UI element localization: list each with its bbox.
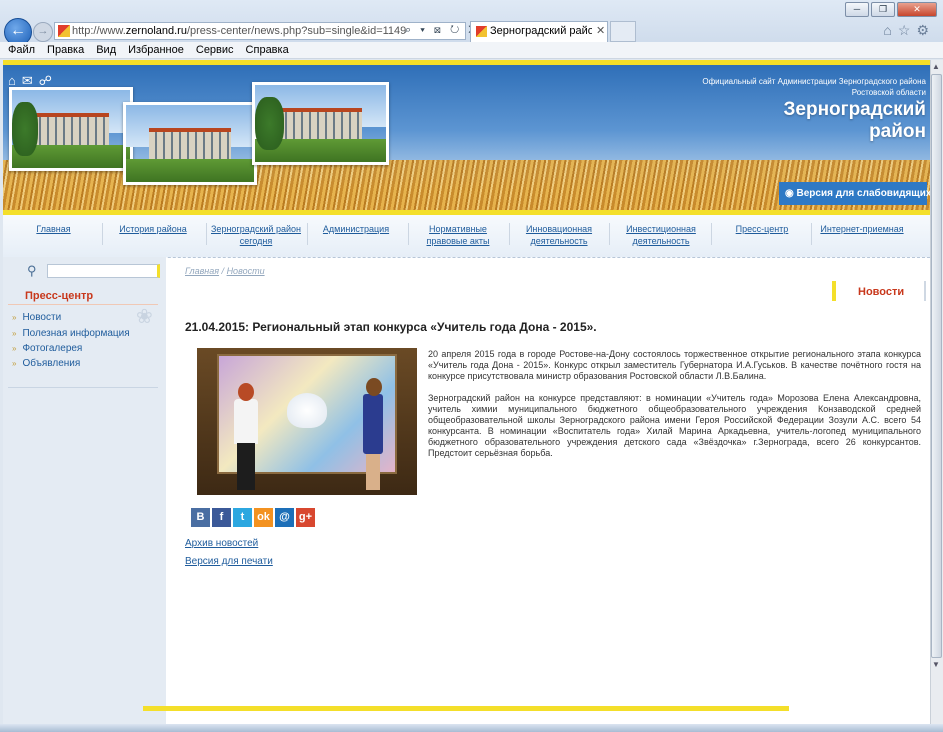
menu-edit[interactable]: Правка <box>47 42 84 58</box>
scroll-up-icon[interactable]: ▲ <box>932 62 940 71</box>
search-icon[interactable]: ⚲ <box>27 263 37 279</box>
article-paragraph: 20 апреля 2015 года в городе Ростове-на-… <box>428 349 921 381</box>
article-paragraph: Зерноградский район на конкурсе представ… <box>428 393 921 458</box>
nav-divider <box>811 223 812 245</box>
tab-favicon-icon <box>476 26 487 37</box>
close-window-button[interactable]: ✕ <box>897 2 937 17</box>
share-buttons: В f t ok @ g+ <box>191 508 315 527</box>
nav-history[interactable]: История района <box>113 223 193 235</box>
nav-investment[interactable]: Инвестиционная деятельность <box>618 223 704 247</box>
sidebar-divider <box>8 387 158 388</box>
scrollbar-thumb[interactable] <box>931 74 942 658</box>
address-tools[interactable]: ⌕ ▾ ⊠ ↻ ✕ <box>405 24 480 37</box>
site-caption: Официальный сайт Администрации Зерноград… <box>702 77 926 97</box>
bullet-icon: » <box>12 329 17 338</box>
nav-divider <box>509 223 510 245</box>
twitter-share-icon[interactable]: t <box>233 508 252 527</box>
header-photo-administration <box>252 82 389 165</box>
wheat-decoration-icon: ❀ <box>136 306 153 328</box>
menu-file[interactable]: Файл <box>8 42 35 58</box>
bullet-icon: » <box>12 313 17 322</box>
tab-close-icon[interactable]: ✕ <box>596 24 605 37</box>
site-name: Зерноградский район <box>783 99 927 142</box>
news-archive-link[interactable]: Архив новостей <box>185 538 258 549</box>
vk-share-icon[interactable]: В <box>191 508 210 527</box>
home-icon[interactable]: ⌂ <box>883 22 897 38</box>
menu-bar: Файл Правка Вид Избранное Сервис Справка <box>0 42 943 59</box>
nav-administration[interactable]: Администрация <box>315 223 397 235</box>
menu-help[interactable]: Справка <box>246 42 289 58</box>
odnoklassniki-share-icon[interactable]: ok <box>254 508 273 527</box>
menu-view[interactable]: Вид <box>96 42 116 58</box>
sidebar-item-useful-info[interactable]: » Полезная информация <box>12 328 130 339</box>
mailru-share-icon[interactable]: @ <box>275 508 294 527</box>
nav-press-center[interactable]: Пресс-центр <box>721 223 803 235</box>
sidebar-heading: Пресс-центр <box>25 290 94 302</box>
main-nav: Главная История района Зерноградский рай… <box>3 215 930 258</box>
nav-internet-reception[interactable]: Интернет-приемная <box>815 223 909 235</box>
menu-tools[interactable]: Сервис <box>196 42 234 58</box>
photo-bird-emblem <box>287 393 327 428</box>
eye-icon: ◉ <box>785 188 797 199</box>
nav-divider <box>307 223 308 245</box>
nav-district-today[interactable]: Зерноградский район сегодня <box>211 223 301 247</box>
favorites-star-icon[interactable]: ☆ <box>898 22 917 38</box>
print-version-link[interactable]: Версия для печати <box>185 556 273 567</box>
article-title: 21.04.2015: Региональный этап конкурса «… <box>185 320 597 334</box>
nav-divider <box>102 223 103 245</box>
photo-person-right <box>359 378 387 490</box>
article-body: 20 апреля 2015 года в городе Ростове-на-… <box>428 349 921 470</box>
nav-home[interactable]: Главная <box>21 223 86 235</box>
sidebar-item-photo-gallery[interactable]: » Фотогалерея <box>12 343 82 354</box>
nav-divider <box>609 223 610 245</box>
breadcrumb: Главная / Новости <box>185 266 265 276</box>
nav-innovation[interactable]: Инновационная деятельность <box>518 223 600 247</box>
low-vision-version-button[interactable]: ◉ Версия для слабовидящих <box>779 182 930 205</box>
breadcrumb-separator: / <box>219 266 227 276</box>
header-photo-school <box>9 87 133 171</box>
menu-favorites[interactable]: Избранное <box>128 42 184 58</box>
settings-gear-icon[interactable]: ⚙ <box>916 22 935 38</box>
sidebar-item-announcements[interactable]: » Объявления <box>12 358 80 369</box>
section-title: Новости <box>858 286 905 298</box>
tab-title[interactable]: Зерноградский район :: Н... <box>490 25 592 37</box>
breadcrumb-current[interactable]: Новости <box>227 266 265 276</box>
breadcrumb-home[interactable]: Главная <box>185 266 219 276</box>
article-photo <box>197 348 417 495</box>
googleplus-share-icon[interactable]: g+ <box>296 508 315 527</box>
browser-right-icons: ⌂☆⚙ <box>883 22 935 39</box>
new-tab-button[interactable] <box>610 21 636 42</box>
header-photo-building <box>123 102 257 185</box>
photo-person-left <box>231 383 261 490</box>
window-controls: ─ ❐ ✕ <box>845 2 937 17</box>
bullet-icon: » <box>12 344 17 353</box>
nav-divider <box>711 223 712 245</box>
restore-button[interactable]: ❐ <box>871 2 895 17</box>
sidebar-item-news[interactable]: » Новости <box>12 312 61 323</box>
forward-button[interactable]: → <box>33 22 53 42</box>
web-page: ⌂ ✉ ☍ Официальный сайт Администрации Зер… <box>3 60 930 732</box>
scroll-down-icon[interactable]: ▼ <box>932 660 940 669</box>
facebook-share-icon[interactable]: f <box>212 508 231 527</box>
footer-accent-bar <box>143 706 789 711</box>
nav-legal-acts[interactable]: Нормативные правовые акты <box>408 223 508 247</box>
search-input[interactable] <box>47 264 160 278</box>
url-text[interactable]: http://www.zernoland.ru/press-center/new… <box>72 25 406 37</box>
nav-divider <box>206 223 207 245</box>
minimize-button[interactable]: ─ <box>845 2 869 17</box>
os-taskbar <box>0 724 943 732</box>
bullet-icon: » <box>12 359 17 368</box>
site-favicon-icon <box>58 25 70 37</box>
